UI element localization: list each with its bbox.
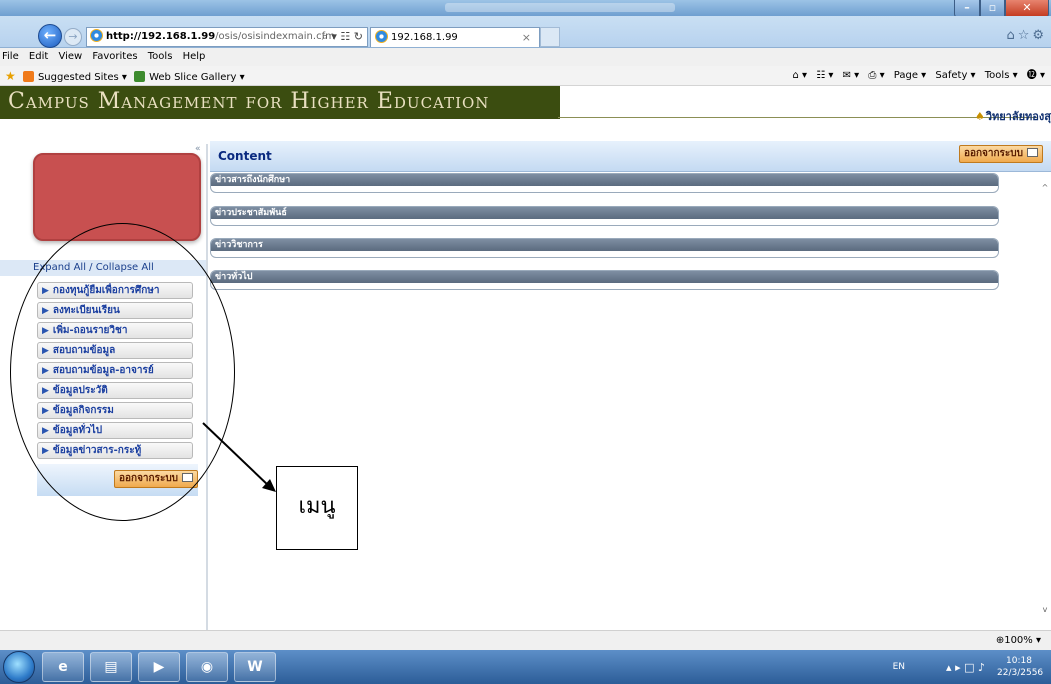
firefox-taskbar-icon[interactable]: ◉ — [186, 652, 228, 682]
ie-taskbar-icon[interactable]: e — [42, 652, 84, 682]
clock[interactable]: 10:18 22/3/2556 — [997, 655, 1044, 679]
language-indicator[interactable]: EN — [893, 662, 905, 672]
start-button[interactable] — [3, 651, 35, 683]
media-player-taskbar-icon[interactable]: ▶ — [138, 652, 180, 682]
explorer-taskbar-icon[interactable]: ▤ — [90, 652, 132, 682]
tray-icons[interactable]: ▴ ▸ □ ♪ — [946, 661, 985, 674]
status-bar: ⊕100% ▾ — [0, 630, 1051, 650]
clock-date: 22/3/2556 — [997, 668, 1044, 678]
annotation-label: เมนู — [276, 466, 358, 550]
clock-time: 10:18 — [1006, 656, 1032, 666]
taskbar: e ▤ ▶ ◉ W EN ▴ ▸ □ ♪ 10:18 22/3/2556 — [0, 650, 1051, 684]
word-taskbar-icon[interactable]: W — [234, 652, 276, 682]
zoom-control[interactable]: ⊕100% ▾ — [996, 631, 1041, 650]
annotation-arrow — [202, 422, 276, 492]
